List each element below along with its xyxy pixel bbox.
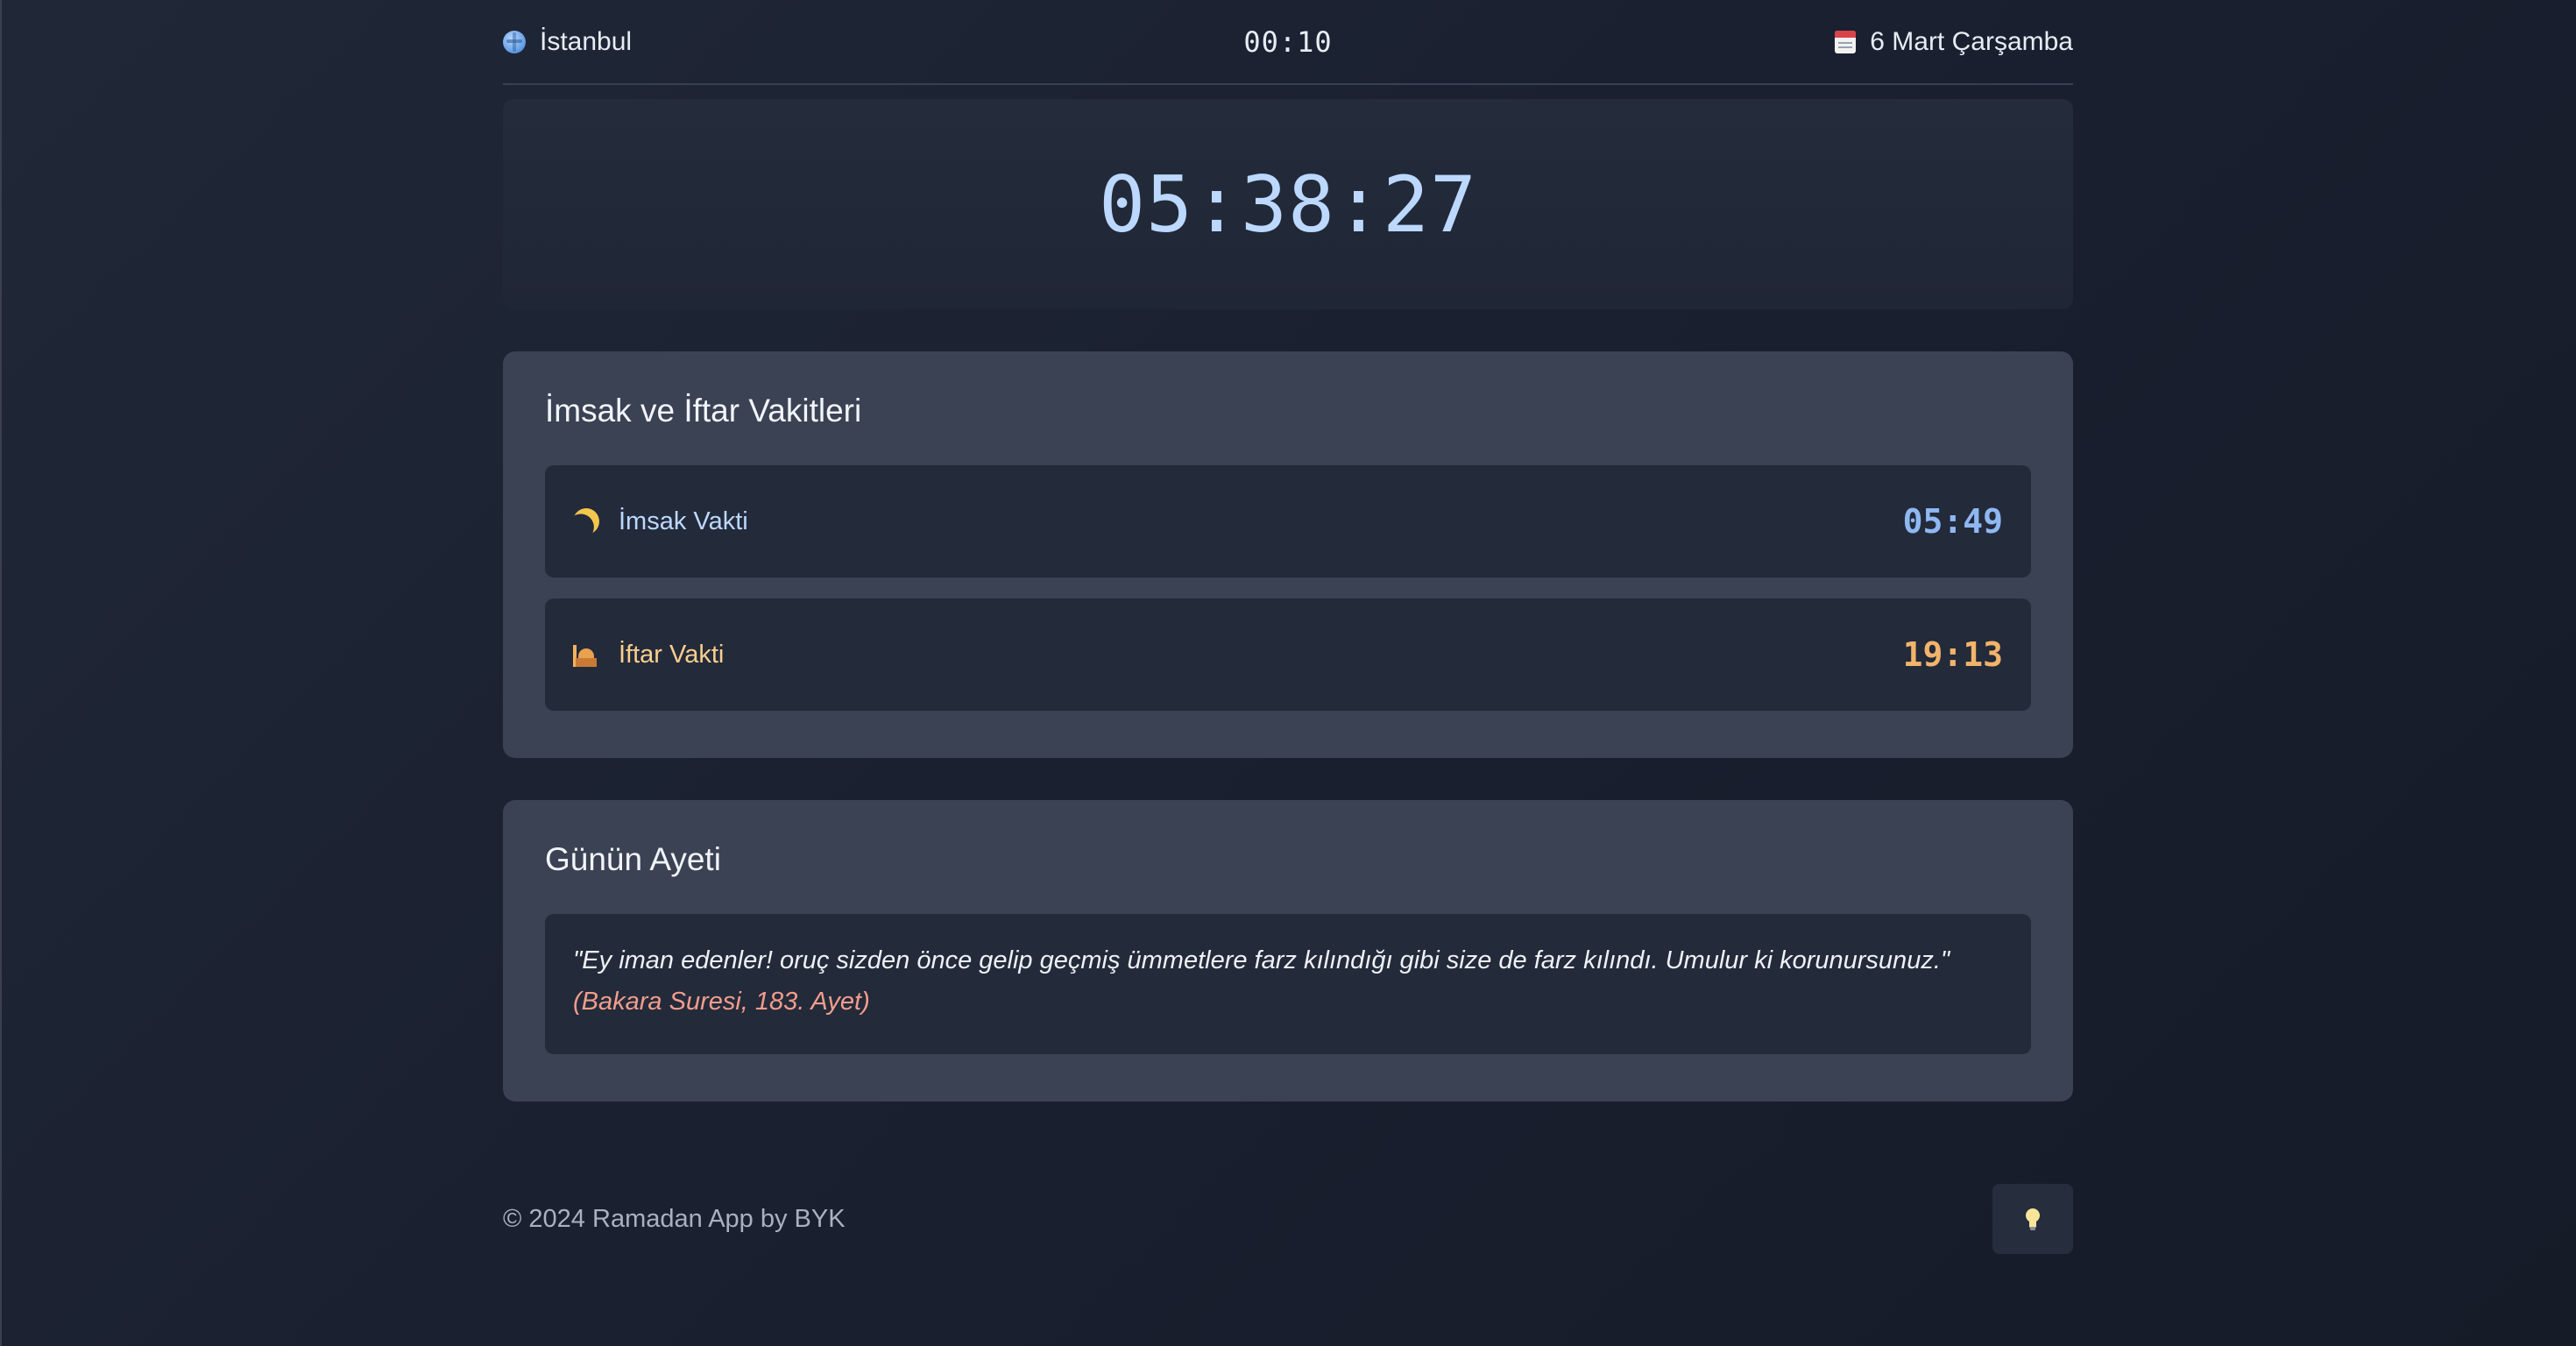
- countdown-card: 05:38:27: [503, 99, 2073, 309]
- date-text: 6 Mart Çarşamba: [1870, 27, 2073, 56]
- light-bulb-icon: [2026, 1208, 2040, 1230]
- iftar-row: İftar Vakti 19:13: [545, 599, 2031, 711]
- location-display: İstanbul: [503, 27, 632, 57]
- theme-toggle-button[interactable]: [1992, 1184, 2073, 1254]
- imsak-time: 05:49: [1902, 502, 2003, 541]
- crescent-moon-icon: [570, 505, 603, 538]
- calendar-icon: [1835, 31, 1857, 53]
- current-time: 00:10: [1243, 25, 1333, 59]
- verse-panel: Günün Ayeti "Ey iman edenler! oruç sizde…: [503, 800, 2073, 1102]
- date-display: 6 Mart Çarşamba: [1835, 27, 2073, 57]
- panel-title: Günün Ayeti: [545, 841, 721, 877]
- top-bar: İstanbul 00:10 6 Mart Çarşamba: [503, 1, 2073, 85]
- globe-icon: [503, 31, 526, 53]
- verse-reference: (Bakara Suresi, 183. Ayet): [573, 988, 870, 1016]
- imsak-label: İmsak Vakti: [619, 507, 748, 535]
- imsak-label-group: İmsak Vakti: [573, 507, 748, 536]
- verse-box: "Ey iman edenler! oruç sizden önce gelip…: [545, 914, 2031, 1054]
- verse-text: "Ey iman edenler! oruç sizden önce gelip…: [573, 946, 1950, 974]
- panel-title: İmsak ve İftar Vakitleri: [545, 393, 862, 429]
- iftar-time: 19:13: [1902, 635, 2003, 674]
- prayer-times-panel: İmsak ve İftar Vakitleri İmsak Vakti 05:…: [503, 351, 2073, 758]
- city-name: İstanbul: [540, 27, 633, 56]
- window-edge: [0, 0, 2, 1346]
- copyright-text: © 2024 Ramadan App by BYK: [503, 1204, 846, 1233]
- iftar-label-group: İftar Vakti: [573, 641, 724, 669]
- mosque-icon: [573, 641, 599, 668]
- countdown-timer: 05:38:27: [1099, 159, 1477, 250]
- footer: © 2024 Ramadan App by BYK: [503, 1184, 2073, 1254]
- iftar-label: İftar Vakti: [619, 640, 725, 669]
- imsak-row: İmsak Vakti 05:49: [545, 465, 2031, 577]
- app-container: İstanbul 00:10 6 Mart Çarşamba 05:38:27 …: [503, 0, 2073, 1254]
